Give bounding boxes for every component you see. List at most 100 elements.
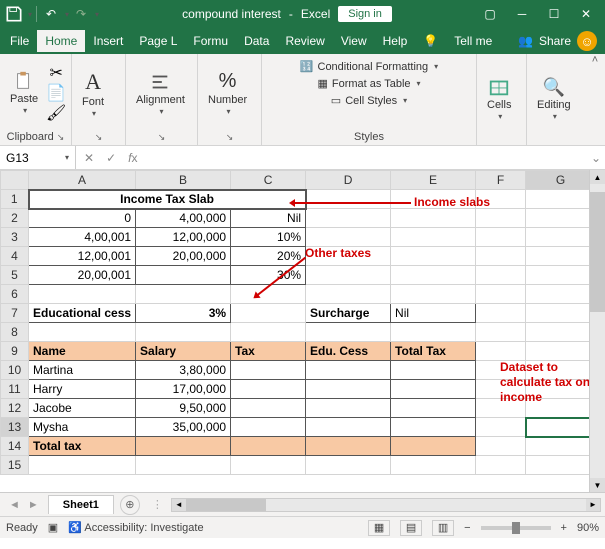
share-button[interactable]: Share bbox=[539, 34, 571, 48]
cell-E10[interactable] bbox=[391, 361, 476, 380]
cell-C15[interactable] bbox=[231, 456, 306, 475]
cell-E5[interactable] bbox=[391, 266, 476, 285]
cell-A5[interactable]: 20,00,001 bbox=[29, 266, 136, 285]
paste-button[interactable]: Paste ▾ bbox=[6, 68, 42, 117]
cell-B2[interactable]: 4,00,000 bbox=[136, 209, 231, 228]
alignment-dialog-icon[interactable]: ↘ bbox=[158, 132, 166, 143]
number-dialog-icon[interactable]: ↘ bbox=[226, 132, 234, 143]
horizontal-scrollbar[interactable]: ◄ ► bbox=[171, 498, 601, 512]
cell-D15[interactable] bbox=[306, 456, 391, 475]
conditional-formatting-button[interactable]: 🔢 Conditional Formatting ▾ bbox=[300, 60, 438, 73]
tab-home[interactable]: Home bbox=[37, 30, 85, 52]
cell-E4[interactable] bbox=[391, 247, 476, 266]
cell-E13[interactable] bbox=[391, 418, 476, 437]
cell-E7[interactable]: Nil bbox=[391, 304, 476, 323]
cell-A8[interactable] bbox=[29, 323, 136, 342]
row-header-4[interactable]: 4 bbox=[1, 247, 29, 266]
row-header-9[interactable]: 9 bbox=[1, 342, 29, 361]
row-header-5[interactable]: 5 bbox=[1, 266, 29, 285]
cell-B11[interactable]: 17,00,000 bbox=[136, 380, 231, 399]
cell-B12[interactable]: 9,50,000 bbox=[136, 399, 231, 418]
cell-E15[interactable] bbox=[391, 456, 476, 475]
cell-B13[interactable]: 35,00,000 bbox=[136, 418, 231, 437]
cell-D12[interactable] bbox=[306, 399, 391, 418]
cell-B5[interactable] bbox=[136, 266, 231, 285]
cell-F11[interactable] bbox=[476, 380, 526, 399]
clipboard-dialog-icon[interactable]: ↘ bbox=[57, 132, 65, 143]
cell-G1[interactable] bbox=[526, 190, 596, 209]
font-button[interactable]: AFont▾ bbox=[78, 67, 108, 120]
row-header-8[interactable]: 8 bbox=[1, 323, 29, 342]
cell-A15[interactable] bbox=[29, 456, 136, 475]
zoom-slider[interactable] bbox=[481, 526, 551, 530]
cell-F5[interactable] bbox=[476, 266, 526, 285]
cell-D10[interactable] bbox=[306, 361, 391, 380]
cell-G14[interactable] bbox=[526, 437, 596, 456]
cell-C12[interactable] bbox=[231, 399, 306, 418]
cell-G7[interactable] bbox=[526, 304, 596, 323]
save-dropdown-icon[interactable]: ▾ bbox=[28, 10, 32, 19]
cell-G12[interactable] bbox=[526, 399, 596, 418]
cell-C11[interactable] bbox=[231, 380, 306, 399]
sheet-tab-sheet1[interactable]: Sheet1 bbox=[48, 495, 114, 514]
cell-D6[interactable] bbox=[306, 285, 391, 304]
cell-D9[interactable]: Edu. Cess bbox=[306, 342, 391, 361]
name-box[interactable]: G13▾ bbox=[0, 146, 76, 169]
close-button[interactable]: ✕ bbox=[571, 2, 601, 26]
font-dialog-icon[interactable]: ↘ bbox=[95, 132, 103, 143]
row-header-7[interactable]: 7 bbox=[1, 304, 29, 323]
cell-E14[interactable] bbox=[391, 437, 476, 456]
cell-F12[interactable] bbox=[476, 399, 526, 418]
cell-F1[interactable] bbox=[476, 190, 526, 209]
row-header-12[interactable]: 12 bbox=[1, 399, 29, 418]
zoom-in-button[interactable]: + bbox=[561, 522, 567, 534]
undo-icon[interactable]: ↶ bbox=[41, 4, 61, 24]
cell-E3[interactable] bbox=[391, 228, 476, 247]
expand-formula-bar-icon[interactable]: ⌄ bbox=[587, 151, 605, 165]
col-header-A[interactable]: A bbox=[29, 171, 136, 190]
col-header-G[interactable]: G bbox=[526, 171, 596, 190]
cell-G15[interactable] bbox=[526, 456, 596, 475]
cell-F15[interactable] bbox=[476, 456, 526, 475]
col-header-D[interactable]: D bbox=[306, 171, 391, 190]
cell-E12[interactable] bbox=[391, 399, 476, 418]
macro-record-icon[interactable]: ▣ bbox=[48, 521, 58, 534]
cells-button[interactable]: Cells▾ bbox=[483, 74, 515, 123]
tell-me[interactable]: Tell me bbox=[446, 30, 500, 52]
cell-A4[interactable]: 12,00,001 bbox=[29, 247, 136, 266]
zoom-level[interactable]: 90% bbox=[577, 522, 599, 534]
tab-view[interactable]: View bbox=[333, 30, 375, 52]
editing-button[interactable]: 🔍Editing▾ bbox=[533, 75, 575, 123]
copy-icon[interactable]: 📄 bbox=[46, 84, 66, 102]
col-header-F[interactable]: F bbox=[476, 171, 526, 190]
cell-styles-button[interactable]: ▭ Cell Styles ▾ bbox=[331, 94, 407, 107]
cell-C10[interactable] bbox=[231, 361, 306, 380]
tab-scroll-right-icon[interactable]: ► bbox=[25, 499, 42, 511]
share-icon[interactable]: 👥 bbox=[518, 34, 533, 48]
cell-D2[interactable] bbox=[306, 209, 391, 228]
hscroll-thumb[interactable] bbox=[186, 499, 266, 511]
cell-D8[interactable] bbox=[306, 323, 391, 342]
cell-G11[interactable] bbox=[526, 380, 596, 399]
undo-dropdown-icon[interactable]: ▾ bbox=[65, 10, 69, 19]
feedback-emoji-icon[interactable]: ☺ bbox=[577, 31, 597, 51]
tab-page-layout[interactable]: Page L bbox=[131, 30, 185, 52]
tab-scroll-left-icon[interactable]: ◄ bbox=[6, 499, 23, 511]
vscroll-thumb[interactable] bbox=[590, 192, 605, 312]
cell-B9[interactable]: Salary bbox=[136, 342, 231, 361]
row-header-6[interactable]: 6 bbox=[1, 285, 29, 304]
cell-E6[interactable] bbox=[391, 285, 476, 304]
cell-F13[interactable] bbox=[476, 418, 526, 437]
cell-B14[interactable] bbox=[136, 437, 231, 456]
cell-E1[interactable] bbox=[391, 190, 476, 209]
view-page-break-icon[interactable]: ▥ bbox=[432, 520, 454, 536]
cell-A1[interactable]: Income Tax Slab bbox=[29, 190, 306, 209]
cell-B15[interactable] bbox=[136, 456, 231, 475]
cell-A10[interactable]: Martina bbox=[29, 361, 136, 380]
cell-G3[interactable] bbox=[526, 228, 596, 247]
cut-icon[interactable]: ✂ bbox=[46, 64, 66, 82]
format-painter-icon[interactable]: 🖌 bbox=[46, 104, 66, 122]
cell-F9[interactable] bbox=[476, 342, 526, 361]
zoom-out-button[interactable]: − bbox=[464, 522, 470, 534]
tab-review[interactable]: Review bbox=[277, 30, 332, 52]
